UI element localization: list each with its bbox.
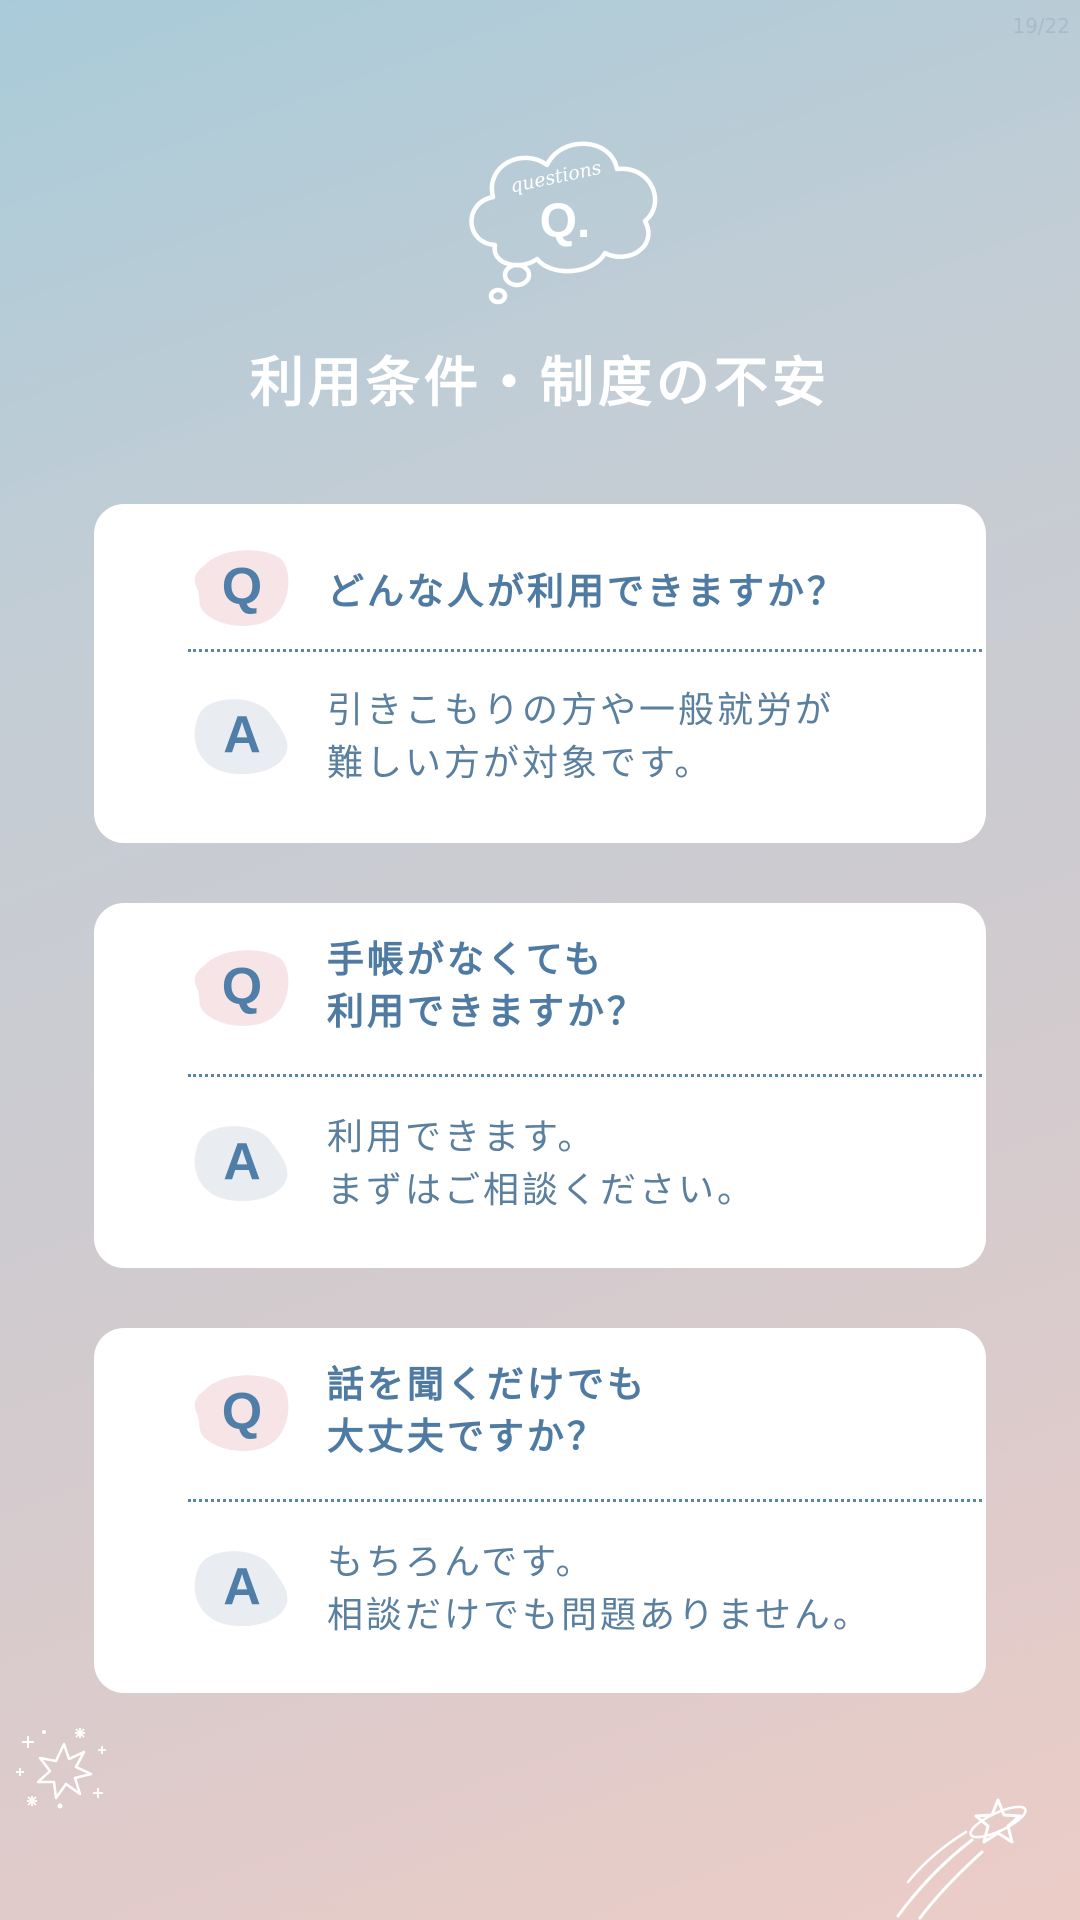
q-badge: Q: [192, 546, 292, 628]
question-text: 話を聞くだけでも 大丈夫ですか？: [327, 1359, 947, 1463]
question-text: 手帳がなくても 利用できますか？: [327, 934, 947, 1038]
qa-card-3: Q 話を聞くだけでも 大丈夫ですか？ A もちろんです。 相談だけでも問題ありま…: [94, 1328, 986, 1693]
a-badge-letter: A: [223, 1558, 261, 1616]
sparkle-star-icon: [16, 1728, 106, 1809]
qa-card-1: Q どんな人が利用できますか？ A 引きこもりの方や一般就労が 難しい方が対象で…: [94, 504, 986, 843]
answer-text: 利用できます。 まずはご相談ください。: [327, 1111, 947, 1217]
dotted-divider: [188, 649, 982, 652]
answer-line: 利用できます。: [327, 1117, 597, 1158]
q-badge: Q: [192, 946, 292, 1028]
cloud-letter: Q.: [540, 195, 591, 248]
cloud-script-text: questions: [508, 157, 603, 198]
question-line: 手帳がなくても: [327, 938, 605, 981]
question-line: 大丈夫ですか？: [327, 1415, 607, 1458]
answer-line: もちろんです。: [327, 1542, 595, 1583]
question-text: どんな人が利用できますか？: [327, 566, 947, 618]
q-badge-letter: Q: [221, 1383, 263, 1441]
page-title: 利用条件・制度の不安: [250, 351, 830, 414]
a-badge: A: [192, 694, 292, 776]
a-badge-letter: A: [223, 1133, 261, 1191]
dotted-divider: [188, 1499, 982, 1502]
answer-line: 難しい方が対象です。: [327, 743, 714, 784]
q-badge-letter: Q: [221, 958, 263, 1016]
q-badge-letter: Q: [221, 558, 263, 616]
q-badge: Q: [192, 1371, 292, 1453]
thought-cloud-icon: questions Q.: [469, 141, 658, 305]
page-counter: 19/22: [1012, 14, 1070, 38]
a-badge-letter: A: [223, 706, 261, 764]
question-line: 利用できますか？: [327, 990, 647, 1033]
a-badge: A: [192, 1121, 292, 1203]
question-line: 話を聞くだけでも: [327, 1363, 647, 1406]
answer-line: まずはご相談ください。: [327, 1170, 757, 1211]
qa-card-2: Q 手帳がなくても 利用できますか？ A 利用できます。 まずはご相談ください。: [94, 903, 986, 1268]
answer-line: 相談だけでも問題ありません。: [327, 1595, 872, 1636]
answer-text: 引きこもりの方や一般就労が 難しい方が対象です。: [327, 684, 947, 790]
answer-line: 引きこもりの方や一般就労が: [327, 690, 835, 731]
shooting-star-icon: [896, 1798, 1027, 1920]
dotted-divider: [188, 1074, 982, 1077]
a-badge: A: [192, 1546, 292, 1628]
answer-text: もちろんです。 相談だけでも問題ありません。: [327, 1536, 947, 1642]
question-line: どんな人が利用できますか？: [327, 570, 847, 613]
